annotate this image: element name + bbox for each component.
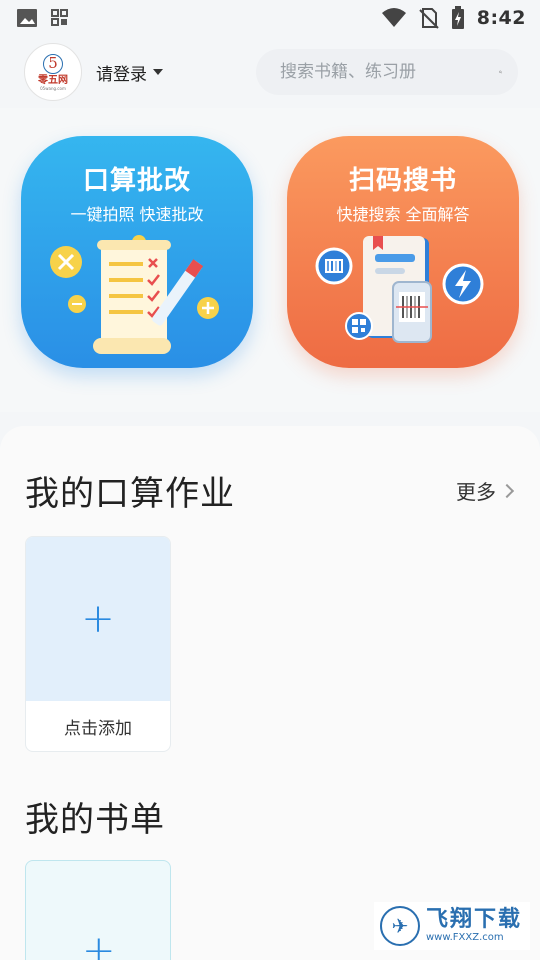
more-label: 更多	[456, 480, 496, 504]
search-input[interactable]	[280, 62, 499, 82]
image-icon	[17, 9, 37, 27]
status-time: 8:42	[476, 7, 526, 29]
apps-icon	[51, 9, 68, 26]
logo-url: 05wang.com	[40, 85, 66, 91]
logo-text: 零五网	[38, 74, 68, 86]
caret-down-icon	[153, 69, 163, 75]
logo-number: 5	[43, 53, 63, 74]
feature-cards: 口算批改 一键拍照 快速批改 扫码搜书 快捷搜索 全面解答	[0, 108, 540, 412]
status-bar: 8:42	[0, 0, 540, 36]
search-bar[interactable]	[256, 49, 518, 95]
no-sim-icon	[419, 8, 439, 29]
more-button[interactable]: 更多	[456, 476, 515, 505]
status-right: 8:42	[381, 6, 526, 30]
app-logo[interactable]: 5 零五网 05wang.com	[24, 43, 82, 101]
search-icon[interactable]	[499, 64, 502, 80]
add-tile-label: 点击添加	[64, 718, 132, 739]
scan-book-search-card[interactable]: 扫码搜书 快捷搜索 全面解答	[287, 136, 519, 368]
watermark-name: 飞翔下载	[426, 907, 523, 932]
add-book-tile[interactable]: +	[25, 860, 171, 960]
scroll-checklist-icon	[50, 235, 219, 354]
login-label: 请登录	[96, 64, 147, 85]
top-bar: 5 零五网 05wang.com 请登录	[0, 36, 540, 108]
chevron-right-icon	[499, 483, 515, 498]
watermark-url: www.FXXZ.com	[426, 932, 504, 943]
wifi-icon	[381, 8, 406, 27]
login-button[interactable]: 请登录	[96, 60, 163, 85]
oral-math-check-card[interactable]: 口算批改 一键拍照 快速批改	[21, 136, 253, 368]
card-title: 口算批改	[82, 166, 191, 196]
add-homework-tile[interactable]: + 点击添加	[25, 536, 171, 752]
booklist-section-title: 我的书单	[25, 800, 165, 840]
card-subtitle: 快捷搜索 全面解答	[336, 205, 470, 224]
content-panel: 我的口算作业 更多 + 点击添加 我的书单 +	[0, 426, 540, 960]
watermark-text: 飞翔下载 www.FXXZ.com	[426, 908, 522, 944]
battery-icon	[451, 6, 464, 29]
status-left	[16, 8, 70, 28]
card-subtitle: 一键拍照 快速批改	[70, 205, 204, 224]
plus-icon: +	[82, 928, 116, 960]
plus-icon: +	[81, 596, 115, 642]
card-title: 扫码搜书	[348, 166, 457, 196]
tile-image-area: +	[26, 537, 170, 701]
watermark: ✈ 飞翔下载 www.FXXZ.com	[374, 902, 530, 950]
scan-book-icon	[315, 236, 484, 343]
homework-section-title: 我的口算作业	[25, 474, 235, 514]
watermark-logo-icon: ✈	[380, 906, 420, 946]
